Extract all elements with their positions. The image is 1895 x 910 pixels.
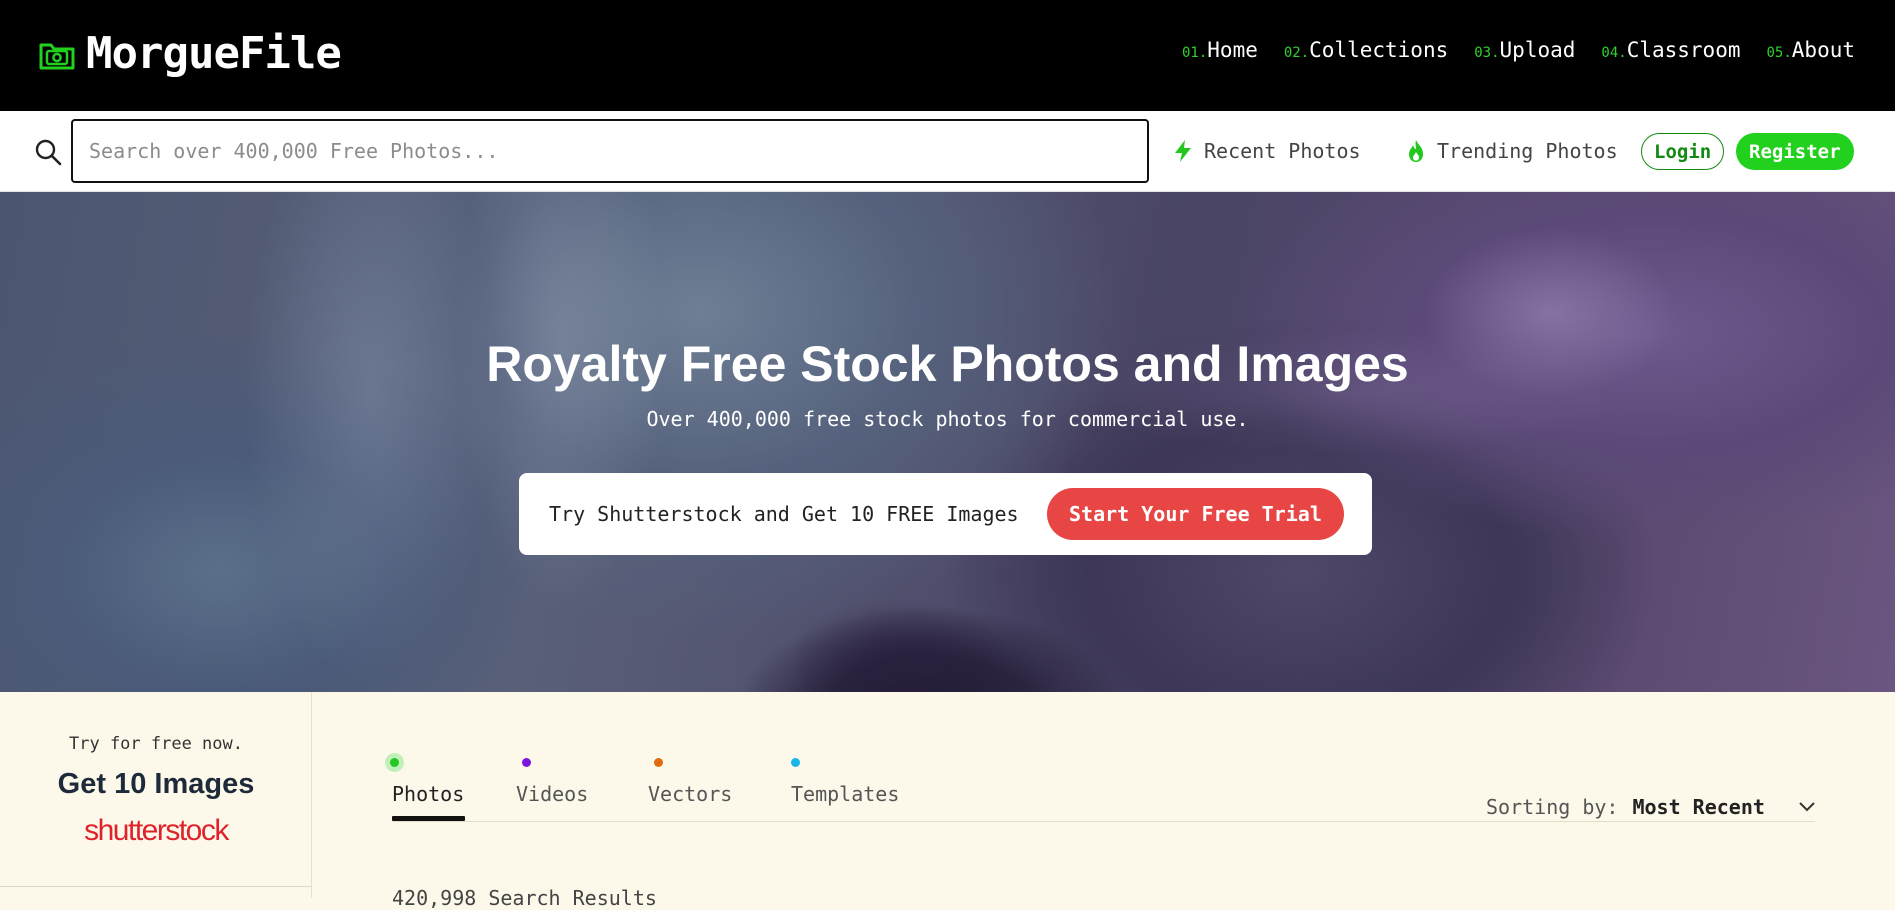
trending-photos-link[interactable]: Trending Photos <box>1405 139 1618 163</box>
tab-dot <box>390 758 399 767</box>
hero-background-image <box>0 192 1895 692</box>
tab-dot <box>654 758 663 767</box>
trending-photos-label: Trending Photos <box>1437 139 1618 163</box>
nav-number: 04. <box>1601 45 1627 61</box>
recent-photos-label: Recent Photos <box>1204 139 1361 163</box>
nav-number: 05. <box>1766 45 1792 61</box>
active-tab-underline <box>392 816 465 821</box>
search-bar: Recent Photos Trending Photos Login Regi… <box>0 111 1895 192</box>
hero-title: Royalty Free Stock Photos and Images <box>486 336 1409 392</box>
nav-label: Collections <box>1309 38 1449 62</box>
sort-divider <box>928 821 1815 822</box>
main-nav: 01. Home 02. Collections 03. Upload 04. Clas… <box>1182 38 1855 62</box>
nav-number: 01. <box>1181 45 1208 61</box>
nav-label: Upload <box>1499 38 1576 62</box>
tab-label: Videos <box>516 782 589 806</box>
nav-label: Classroom <box>1626 38 1741 62</box>
nav-collections[interactable]: 02. Collections <box>1284 38 1448 62</box>
recent-photos-link[interactable]: Recent Photos <box>1172 139 1361 163</box>
tab-label: Vectors <box>648 782 733 806</box>
register-button[interactable]: Register <box>1736 133 1854 170</box>
sort-dropdown[interactable]: Sorting by: Most Recent <box>1486 795 1817 819</box>
nav-about[interactable]: 05. About <box>1766 38 1855 62</box>
shutterstock-promo: Try Shutterstock and Get 10 FREE Images … <box>519 473 1372 555</box>
search-input[interactable] <box>71 119 1149 183</box>
nav-upload[interactable]: 03. Upload <box>1474 38 1575 62</box>
tab-label: Templates <box>791 782 900 806</box>
tab-label: Photos <box>392 782 465 806</box>
hero-banner: Royalty Free Stock Photos and Images Ove… <box>0 192 1895 692</box>
chevron-down-icon <box>1799 802 1815 812</box>
nav-number: 02. <box>1283 45 1310 61</box>
top-navbar: MorgueFile 01. Home 02. Collections 03. Upl… <box>0 0 1895 111</box>
camera-folder-icon <box>39 43 75 69</box>
content-area: Try for free now. Get 10 Images shutters… <box>0 692 1895 910</box>
nav-label: Home <box>1207 38 1258 62</box>
nav-classroom[interactable]: 04. Classroom <box>1601 38 1740 62</box>
results-count: 420,998 Search Results <box>392 886 657 910</box>
sidebar-ad[interactable]: Try for free now. Get 10 Images shutters… <box>0 692 312 898</box>
sidebar-try-text: Try for free now. <box>69 734 243 754</box>
sidebar-divider <box>0 886 312 887</box>
sort-value: Most Recent <box>1632 795 1765 819</box>
promo-text: Try Shutterstock and Get 10 FREE Images <box>549 502 1019 526</box>
logo[interactable]: MorgueFile <box>38 28 342 79</box>
tab-dot <box>522 758 531 767</box>
media-tabs: Photos Videos Vectors Templates <box>390 758 928 822</box>
nav-home[interactable]: 01. Home <box>1182 38 1258 62</box>
shutterstock-logo: shutterstock <box>84 814 229 847</box>
sidebar-headline: Get 10 Images <box>57 768 255 800</box>
start-free-trial-button[interactable]: Start Your Free Trial <box>1047 488 1344 540</box>
hero-subtitle: Over 400,000 free stock photos for comme… <box>646 407 1249 431</box>
nav-number: 03. <box>1474 45 1500 61</box>
flame-icon <box>1409 140 1423 162</box>
lightning-icon <box>1175 140 1191 162</box>
tab-dot <box>791 758 800 767</box>
logo-text: MorgueFile <box>86 28 342 79</box>
sort-label: Sorting by: <box>1486 795 1619 819</box>
login-button[interactable]: Login <box>1641 133 1725 170</box>
nav-label: About <box>1791 38 1855 62</box>
search-icon[interactable] <box>34 138 62 166</box>
